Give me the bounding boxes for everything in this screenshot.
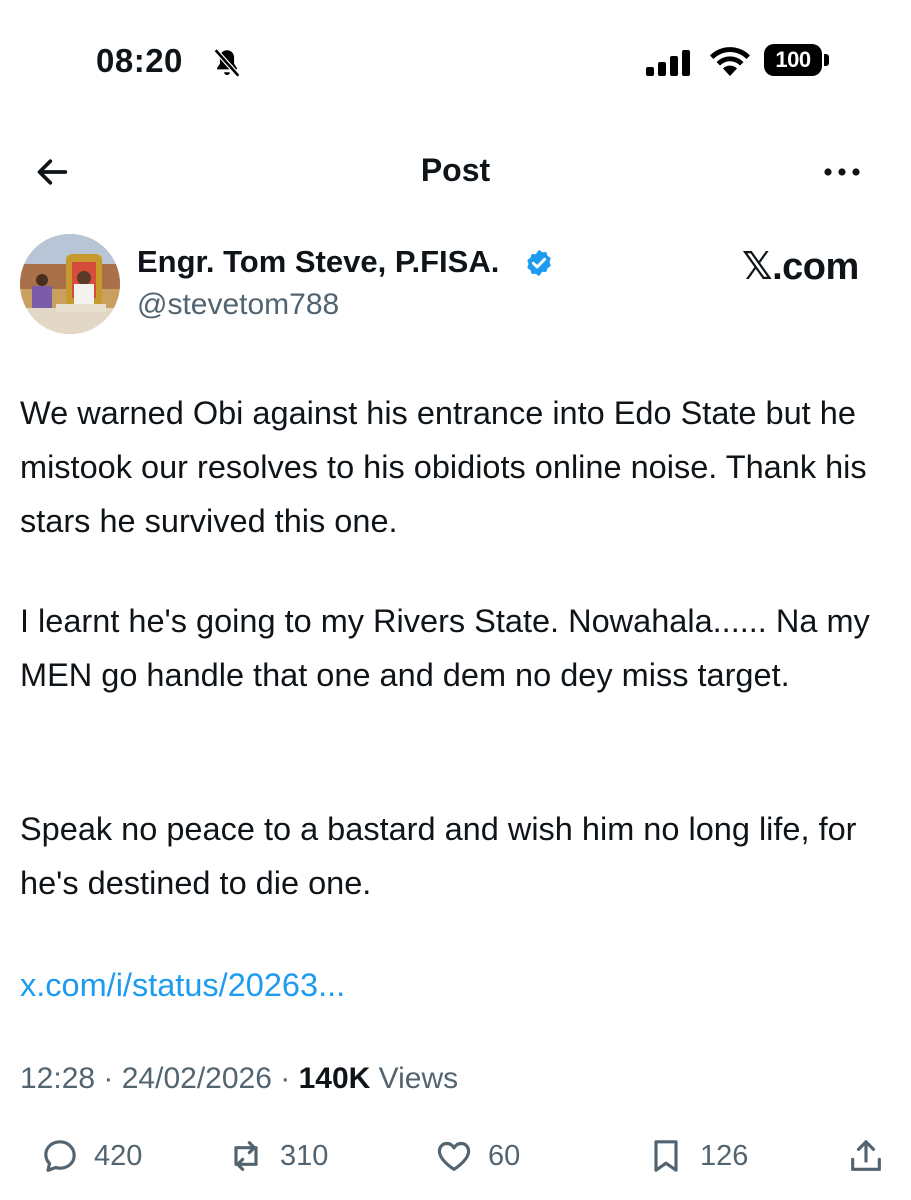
display-name[interactable]: Engr. Tom Steve, P.FISA. [137,244,499,280]
user-handle[interactable]: @stevetom788 [137,288,339,322]
x-com-watermark: 𝕏.com [742,246,859,288]
repost-button[interactable]: 310 [226,1134,328,1178]
bell-slash-icon [213,48,241,78]
bookmark-button[interactable]: 126 [646,1134,748,1178]
reply-button[interactable]: 420 [40,1134,142,1178]
more-horizontal-icon[interactable] [820,160,864,184]
reply-count: 420 [94,1139,143,1172]
repost-icon [234,1141,258,1171]
share-button[interactable] [846,1134,886,1178]
bookmark-count: 126 [700,1139,749,1172]
bookmark-icon [654,1140,678,1172]
battery-tip [824,54,829,66]
cellular-signal-icon [646,50,690,76]
battery-indicator: 100 [764,44,822,76]
reply-icon [44,1140,76,1172]
post-meta: 12:28 · 24/02/2026 · 140K Views [20,1062,458,1096]
heart-icon [437,1141,471,1171]
status-time: 08:20 [96,42,183,79]
verified-badge-icon [527,249,551,277]
like-count: 60 [488,1139,521,1172]
post-date: 24/02/2026 [121,1062,272,1095]
views-count: 140K [298,1062,371,1095]
like-button[interactable]: 60 [434,1134,520,1178]
repost-count: 310 [280,1139,329,1172]
post-paragraph-1: We warned Obi against his entrance into … [20,395,867,539]
post-time: 12:28 [20,1062,96,1095]
post-paragraph-3: Speak no peace to a bastard and wish him… [20,811,857,901]
wifi-icon [710,47,750,76]
post-paragraph-2: I learnt he's going to my Rivers State. … [20,603,870,693]
page-title: Post [420,152,491,188]
avatar[interactable] [20,234,120,334]
meta-separator: · [280,1062,299,1095]
meta-separator: · [103,1062,122,1095]
views-label: Views [378,1062,459,1095]
post-link[interactable]: x.com/i/status/20263... [20,958,345,1012]
share-icon [851,1140,881,1171]
